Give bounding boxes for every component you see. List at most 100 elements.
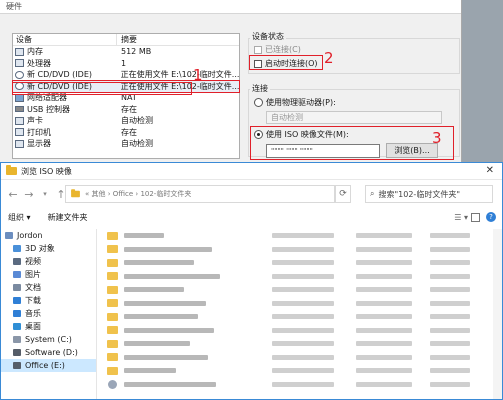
physical-drive-radio-button[interactable]: [254, 98, 263, 107]
vm-settings-window: 硬件 设备 摘要 内存 512 MB 处理器 1 新 CD/DVD (IDE) 正在使用文…: [0, 0, 462, 162]
nav-item-label: 文档: [25, 283, 41, 292]
file-name-cell: [101, 272, 266, 281]
nav-item-icon: [13, 323, 21, 330]
file-row[interactable]: [101, 256, 493, 270]
dialog-toolbar: 组织 ▾ 新建文件夹 ☰ ▾ ?: [1, 209, 502, 225]
nav-item[interactable]: 3D 对象: [1, 242, 96, 255]
file-row[interactable]: [101, 310, 493, 324]
nav-item-label: Office (E:): [25, 361, 65, 370]
nav-item[interactable]: Office (E:): [1, 359, 96, 372]
search-input[interactable]: ⌕ 搜索"102-临时文件夹": [365, 185, 493, 203]
file-type-obscured: [356, 327, 412, 333]
file-row[interactable]: [101, 324, 493, 338]
file-date-obscured: [272, 381, 334, 387]
device-row[interactable]: 打印机 存在: [13, 127, 239, 139]
file-size-obscured: [430, 368, 470, 374]
nav-item[interactable]: 下载: [1, 294, 96, 307]
preview-pane-icon[interactable]: [471, 212, 480, 222]
device-row[interactable]: 显示器 自动检测: [13, 138, 239, 150]
device-row[interactable]: 新 CD/DVD (IDE) 正在使用文件 E:\102-临时文件...: [13, 69, 239, 81]
file-name-obscured: [124, 300, 206, 306]
file-size-obscured: [430, 327, 470, 333]
device-name-cell: 内存: [13, 46, 117, 58]
organize-button[interactable]: 组织 ▾: [8, 212, 31, 223]
file-name-cell: [101, 312, 266, 321]
help-icon[interactable]: ?: [486, 212, 496, 222]
vertical-scrollbar[interactable]: [493, 229, 502, 399]
file-row[interactable]: [101, 337, 493, 351]
nav-item[interactable]: System (C:): [1, 333, 96, 346]
new-folder-button[interactable]: 新建文件夹: [48, 212, 88, 223]
device-name-cell: USB 控制器: [13, 104, 117, 116]
file-name-obscured: [124, 354, 208, 360]
file-name-cell: [101, 366, 266, 375]
file-name-obscured: [124, 273, 220, 279]
nav-item[interactable]: Software (D:): [1, 346, 96, 359]
file-size-obscured: [430, 273, 470, 279]
device-column-header: 设备: [13, 34, 117, 45]
display-icon: [15, 139, 24, 148]
nav-item[interactable]: 图片: [1, 268, 96, 281]
file-date-obscured: [272, 327, 334, 333]
device-name: 处理器: [27, 58, 51, 68]
nav-item-label: 音乐: [25, 309, 41, 318]
close-icon[interactable]: ✕: [486, 165, 494, 176]
folder-icon: [6, 165, 17, 175]
nav-item[interactable]: Jordon: [1, 229, 96, 242]
breadcrumb[interactable]: « 其他 › Office › 102-临时文件夹: [65, 185, 335, 203]
file-size-obscured: [430, 287, 470, 293]
marker-2: 2: [324, 49, 334, 67]
file-type-obscured: [356, 273, 412, 279]
highlight-box-3: [250, 126, 454, 160]
file-date-obscured: [272, 354, 334, 360]
device-name: 新 CD/DVD (IDE): [27, 70, 92, 80]
folder-icon: [107, 312, 118, 321]
forward-arrow-icon[interactable]: →: [21, 188, 37, 201]
refresh-icon[interactable]: ⟳: [335, 185, 351, 203]
breadcrumb-folder-icon: [71, 189, 80, 198]
nav-item-icon: [13, 362, 21, 369]
nav-item[interactable]: 桌面: [1, 320, 96, 333]
file-row[interactable]: [101, 270, 493, 284]
view-options-icon[interactable]: ☰ ▾: [454, 213, 468, 222]
file-row[interactable]: [101, 378, 493, 392]
device-name-cell: 显示器: [13, 138, 117, 150]
device-row[interactable]: 处理器 1: [13, 58, 239, 70]
physical-drive-label: 使用物理驱动器(P):: [266, 98, 336, 107]
file-row[interactable]: [101, 297, 493, 311]
file-date-obscured: [272, 368, 334, 374]
nav-item[interactable]: 音乐: [1, 307, 96, 320]
file-row[interactable]: [101, 283, 493, 297]
address-bar: ← → ▾ ↑ « 其他 › Office › 102-临时文件夹 ⟳ ⌕ 搜索…: [1, 182, 502, 206]
recent-chevron-icon[interactable]: ▾: [37, 190, 53, 198]
file-row[interactable]: [101, 351, 493, 365]
file-row[interactable]: [101, 229, 493, 243]
physical-drive-select: 自动检测: [266, 111, 442, 124]
file-row[interactable]: [101, 364, 493, 378]
device-row[interactable]: 内存 512 MB: [13, 46, 239, 58]
device-summary: 存在: [121, 104, 137, 114]
file-date-obscured: [272, 287, 334, 293]
connected-checkbox: 已连接(C): [254, 44, 301, 55]
file-row[interactable]: [101, 243, 493, 257]
device-list-header: 设备 摘要: [13, 34, 239, 46]
back-arrow-icon[interactable]: ←: [5, 188, 21, 201]
device-name: USB 控制器: [27, 104, 70, 114]
file-size-obscured: [430, 381, 470, 387]
device-list[interactable]: 设备 摘要 内存 512 MB 处理器 1 新 CD/DVD (IDE) 正在使用文件 E…: [12, 33, 240, 159]
highlight-box-2: [249, 55, 323, 70]
nav-item[interactable]: 视频: [1, 255, 96, 268]
navigation-pane[interactable]: Jordon 3D 对象 视频 图片文档下载音乐桌面 System (C:) Softwa…: [1, 229, 97, 399]
device-row[interactable]: 声卡 自动检测: [13, 115, 239, 127]
file-name-cell: [101, 258, 266, 267]
nav-item[interactable]: 文档: [1, 281, 96, 294]
nav-item-icon: [13, 284, 21, 291]
device-row[interactable]: USB 控制器 存在: [13, 104, 239, 116]
connection-label: 连接: [250, 83, 270, 94]
file-list[interactable]: [101, 229, 493, 399]
device-name-cell: 新 CD/DVD (IDE): [13, 69, 117, 81]
file-name-obscured: [124, 327, 214, 333]
physical-drive-radio[interactable]: 使用物理驱动器(P):: [254, 97, 336, 108]
file-size-obscured: [430, 300, 470, 306]
device-name: 显示器: [27, 139, 51, 149]
